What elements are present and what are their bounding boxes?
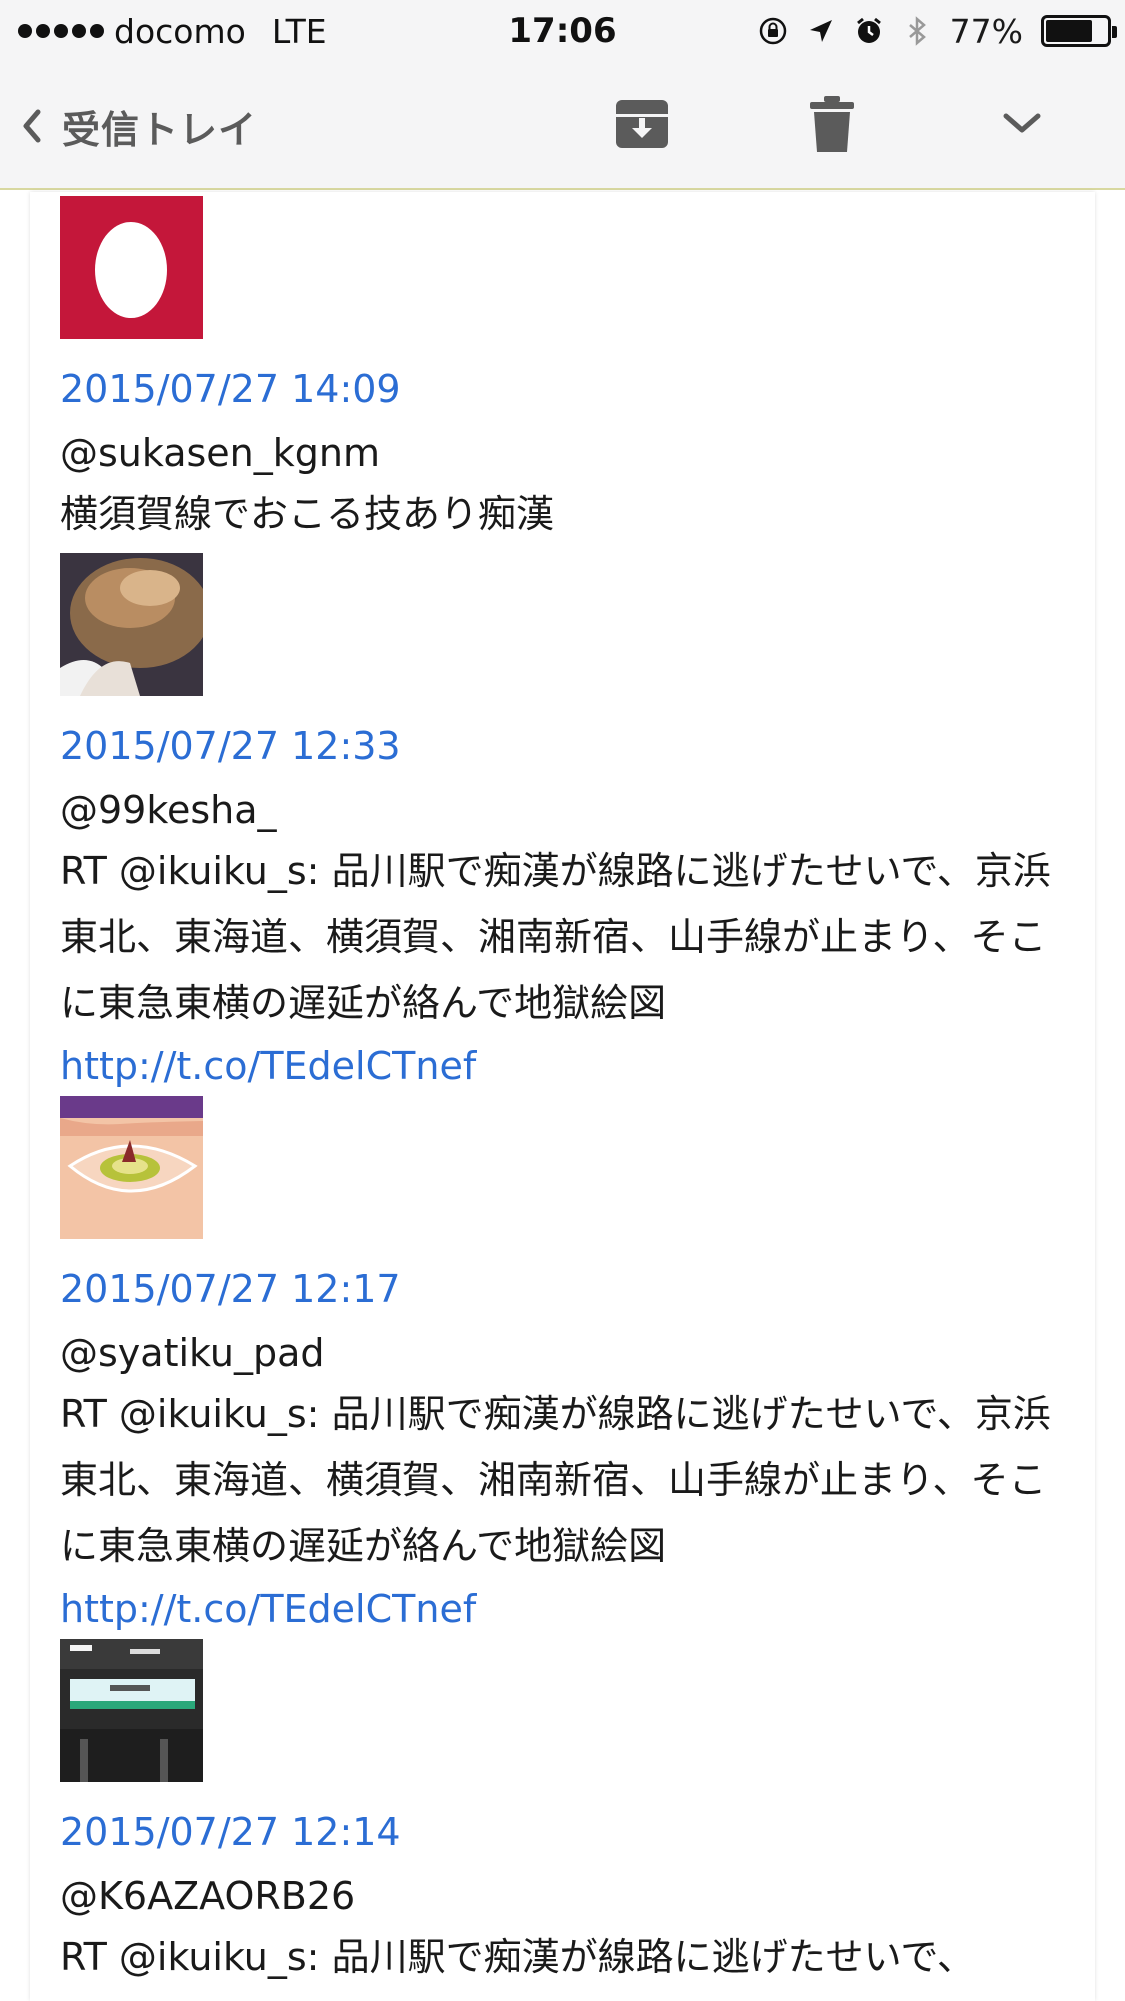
signal-strength-icon [18, 24, 104, 38]
orientation-lock-icon [759, 17, 786, 45]
archive-icon [616, 100, 668, 148]
battery-percentage: 77% [949, 11, 1023, 51]
back-button[interactable]: 受信トレイ [18, 96, 257, 156]
carrier-name: docomo [114, 11, 246, 51]
tweet-item: 2015/07/27 14:09 @sukasen_kgnm 横須賀線でおこる技… [60, 196, 1070, 547]
tweet-item: 2015/07/27 12:33 @99kesha_ RT @ikuiku_s:… [60, 553, 1070, 1096]
tweet-text: RT @ikuiku_s: 品川駅で痴漢が線路に逃げたせいで、京浜東北、東海道、… [60, 849, 1051, 1025]
back-label: 受信トレイ [62, 107, 258, 152]
navigation-bar: 受信トレイ [0, 62, 1125, 190]
location-arrow-icon [809, 20, 832, 42]
archive-button[interactable] [610, 92, 674, 156]
hair-photo-avatar[interactable] [60, 553, 203, 696]
tweet-item: 2015/07/27 12:17 @syatiku_pad RT @ikuiku… [60, 1096, 1070, 1639]
status-bar: docomo LTE 17:06 77% [0, 0, 1125, 62]
tweet-user: @syatiku_pad [60, 1331, 325, 1375]
egg-avatar[interactable] [60, 196, 203, 339]
tweet-text: 横須賀線でおこる技あり痴漢 [60, 492, 555, 536]
station-sign-avatar[interactable] [60, 1639, 203, 1782]
battery-fill [1046, 20, 1093, 42]
tweet-item: 2015/07/27 12:14 @K6AZAORB26 RT @ikuiku_… [60, 1639, 1070, 1990]
tweet-date[interactable]: 2015/07/27 14:09 [60, 367, 1070, 411]
tweet-user: @sukasen_kgnm [60, 431, 380, 475]
tweet-link[interactable]: http://t.co/TEdelCTnef [60, 1579, 1070, 1639]
tweet-link[interactable]: http://t.co/TEdelCTnef [60, 1036, 1070, 1096]
status-indicators: 77% [758, 0, 1117, 62]
tweet-date[interactable]: 2015/07/27 12:14 [60, 1810, 1070, 1854]
tweet-user: @99kesha_ [60, 788, 277, 832]
tweet-user: @K6AZAORB26 [60, 1874, 356, 1918]
chevron-down-icon [1003, 113, 1041, 133]
tweet-text: RT @ikuiku_s: 品川駅で痴漢が線路に逃げたせいで、京浜東北、東海道、… [60, 1392, 1051, 1568]
alarm-icon [856, 17, 881, 43]
dessert-photo-avatar[interactable] [60, 1096, 203, 1239]
network-type: LTE [271, 11, 327, 51]
tweet-text: RT @ikuiku_s: 品川駅で痴漢が線路に逃げたせいで、 [60, 1935, 975, 1979]
battery-icon [1041, 15, 1117, 47]
back-chevron-icon [23, 109, 41, 143]
trash-icon [810, 96, 854, 152]
tweet-date[interactable]: 2015/07/27 12:17 [60, 1267, 1070, 1311]
bluetooth-icon [908, 16, 926, 46]
tweet-list: 2015/07/27 14:09 @sukasen_kgnm 横須賀線でおこる技… [60, 196, 1070, 1990]
email-body: 2015/07/27 14:09 @sukasen_kgnm 横須賀線でおこる技… [30, 192, 1095, 2001]
tweet-date[interactable]: 2015/07/27 12:33 [60, 724, 1070, 768]
more-options-button[interactable] [990, 92, 1054, 156]
delete-button[interactable] [800, 92, 864, 156]
